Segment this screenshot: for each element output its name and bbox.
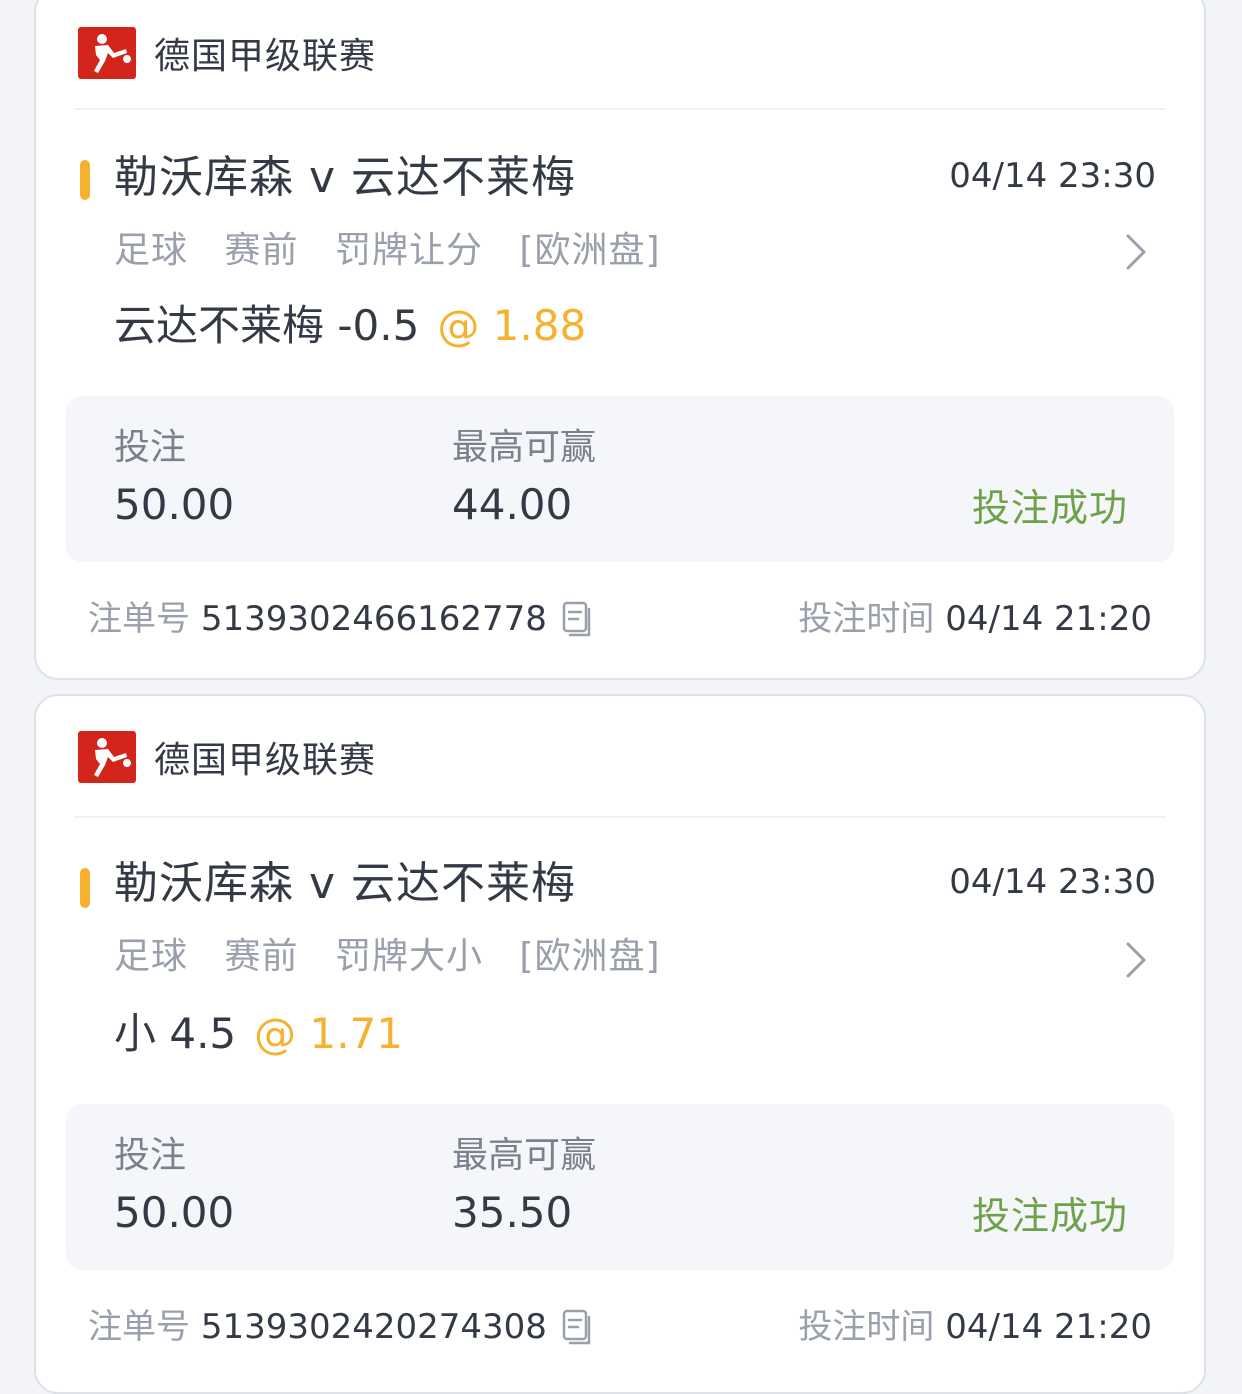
- ticket-info: 注单号 5139302420274308: [88, 1302, 593, 1352]
- sport-label: 足球: [114, 230, 189, 271]
- ticket-footer: 注单号 5139302466162778 投注时间 04/14 21:20: [88, 594, 1152, 644]
- status-badge: 投注成功: [971, 486, 1128, 530]
- ticket-number: 5139302466162778: [200, 599, 547, 639]
- ticket-footer: 注单号 5139302420274308 投注时间 04/14 21:20: [88, 1302, 1152, 1352]
- accent-bar: [80, 868, 90, 908]
- stake-panel: 投注 50.00 最高可赢 44.00 投注成功: [66, 396, 1174, 562]
- stake-amount: 50.00: [114, 480, 235, 529]
- max-win-amount: 35.50: [452, 1188, 573, 1237]
- max-win-label: 最高可赢: [452, 1135, 597, 1176]
- sport-label: 足球: [114, 936, 189, 977]
- max-win-label: 最高可赢: [452, 427, 597, 468]
- kickoff-time: 04/14 23:30: [949, 862, 1156, 902]
- bundesliga-logo-icon: [78, 27, 136, 79]
- selection: 小 4.5 @ 1.71: [114, 1006, 403, 1062]
- stake-label: 投注: [114, 427, 187, 468]
- copy-icon[interactable]: [561, 1308, 593, 1346]
- status-badge: 投注成功: [971, 1194, 1128, 1238]
- chevron-right-icon[interactable]: [1116, 938, 1152, 982]
- odds-value: @ 1.88: [437, 301, 587, 350]
- odds-format-label: [欧洲盘]: [519, 936, 661, 977]
- accent-bar: [80, 160, 90, 200]
- odds-value: @ 1.71: [254, 1009, 404, 1058]
- bet-meta: 足球 赛前 罚牌让分 [欧洲盘]: [114, 226, 685, 276]
- chevron-right-icon[interactable]: [1116, 230, 1152, 274]
- market-label: 罚牌让分: [334, 230, 483, 271]
- bet-time-value: 04/14 21:20: [945, 1307, 1152, 1347]
- selection: 云达不莱梅 -0.5 @ 1.88: [114, 298, 586, 354]
- stake-amount: 50.00: [114, 1188, 235, 1237]
- ticket-number: 5139302420274308: [200, 1307, 547, 1347]
- kickoff-time: 04/14 23:30: [949, 156, 1156, 196]
- odds-format-label: [欧洲盘]: [519, 230, 661, 271]
- bet-time-label: 投注时间: [798, 1307, 935, 1347]
- bet-card[interactable]: 德国甲级联赛 勒沃库森 v 云达不莱梅 04/14 23:30 足球 赛前 罚牌…: [34, 0, 1206, 680]
- market-label: 罚牌大小: [334, 936, 483, 977]
- selection-label: 小 4.5: [114, 1009, 237, 1058]
- ticket-label: 注单号: [88, 599, 190, 639]
- max-win-amount: 44.00: [452, 480, 573, 529]
- phase-label: 赛前: [224, 936, 299, 977]
- divider: [74, 108, 1166, 110]
- bet-time: 投注时间 04/14 21:20: [798, 1302, 1152, 1352]
- league-name: 德国甲级联赛: [154, 740, 377, 781]
- bundesliga-logo-icon: [78, 731, 136, 783]
- selection-label: 云达不莱梅 -0.5: [114, 301, 420, 350]
- stake-label: 投注: [114, 1135, 187, 1176]
- copy-icon[interactable]: [561, 600, 593, 638]
- bet-time-label: 投注时间: [798, 599, 935, 639]
- league-name: 德国甲级联赛: [154, 36, 377, 77]
- league-header: 德国甲级联赛: [78, 726, 376, 788]
- ticket-label: 注单号: [88, 1307, 190, 1347]
- divider: [74, 816, 1166, 818]
- bet-time-value: 04/14 21:20: [945, 599, 1152, 639]
- stake-panel: 投注 50.00 最高可赢 35.50 投注成功: [66, 1104, 1174, 1270]
- phase-label: 赛前: [224, 230, 299, 271]
- bet-meta: 足球 赛前 罚牌大小 [欧洲盘]: [114, 932, 685, 982]
- bet-time: 投注时间 04/14 21:20: [798, 594, 1152, 644]
- bet-card[interactable]: 德国甲级联赛 勒沃库森 v 云达不莱梅 04/14 23:30 足球 赛前 罚牌…: [34, 694, 1206, 1394]
- ticket-info: 注单号 5139302466162778: [88, 594, 593, 644]
- league-header: 德国甲级联赛: [78, 22, 376, 84]
- match-title: 勒沃库森 v 云达不莱梅: [114, 152, 577, 203]
- match-title: 勒沃库森 v 云达不莱梅: [114, 858, 577, 909]
